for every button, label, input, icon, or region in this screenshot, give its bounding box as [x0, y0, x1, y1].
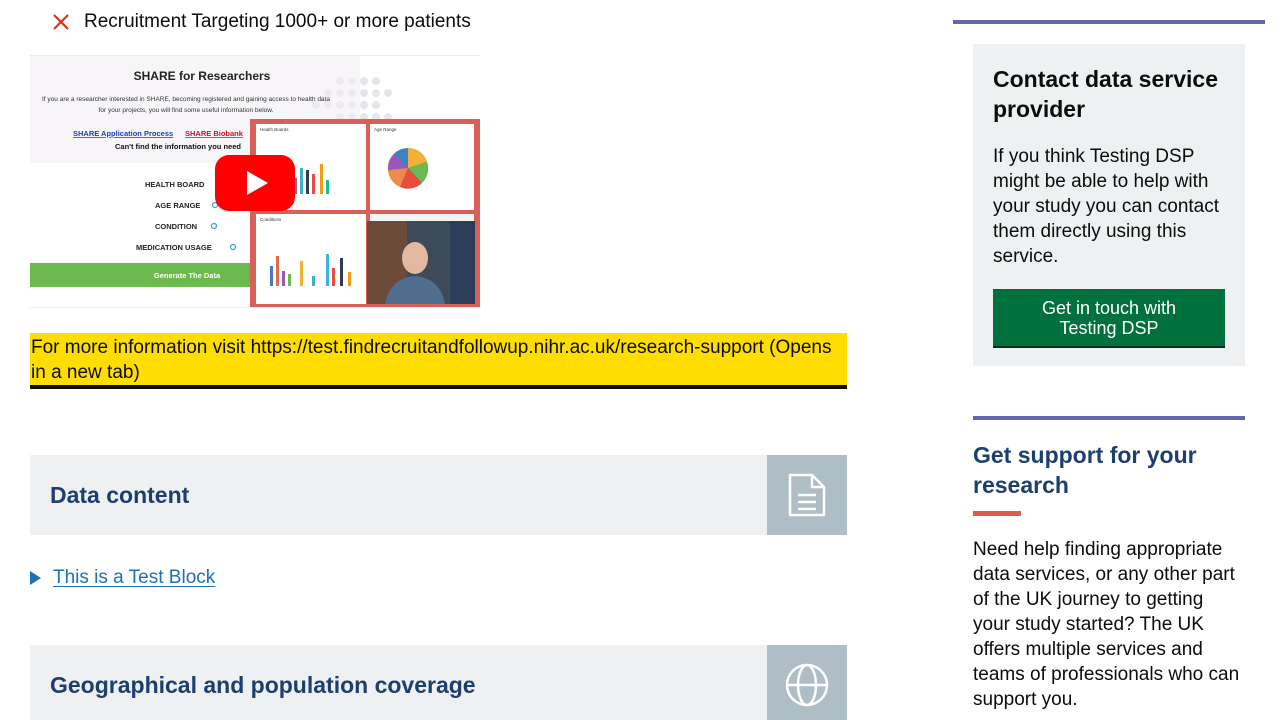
geographical-coverage-section: Geographical and population coverage [30, 645, 847, 720]
support-top-rule [973, 416, 1245, 420]
youtube-play-icon[interactable] [215, 155, 295, 211]
document-icon [788, 473, 826, 517]
get-in-touch-button[interactable]: Get in touch with Testing DSP [993, 289, 1225, 348]
criteria-text: Recruitment Targeting 1000+ or more pati… [84, 11, 471, 32]
data-content-icon-box [767, 455, 847, 535]
video-cant-find: Can't find the information you need [115, 142, 241, 151]
support-accent-bar [973, 511, 1021, 516]
support-text: Need help finding appropriate data servi… [973, 539, 1240, 710]
test-block-details[interactable]: This is a Test Block [30, 566, 215, 590]
video-filter-condition: CONDITION [155, 222, 197, 231]
support-title: Get support for your research [973, 442, 1197, 498]
contact-provider-card: Contact data service provider If you thi… [973, 44, 1245, 366]
video-embed[interactable]: SHARE for Researchers If you are a resea… [30, 55, 480, 308]
geographical-coverage-title: Geographical and population coverage [50, 671, 476, 698]
video-panel-health-boards: Health Boards [260, 127, 289, 132]
video-panel-age-range: Age Range [374, 127, 397, 132]
video-filter-age-range: AGE RANGE [155, 201, 200, 210]
globe-icon [785, 663, 829, 707]
video-mini-pie-chart [387, 148, 429, 189]
criteria-item: Recruitment Targeting 1000+ or more pati… [52, 10, 471, 34]
video-filter-medication: MEDICATION USAGE [136, 243, 212, 252]
geographical-icon-box [767, 645, 847, 720]
contact-card-title: Contact data service provider [993, 66, 1218, 122]
video-link-biobank: SHARE Biobank [185, 129, 244, 138]
video-filter-health-board: HEALTH BOARD [145, 180, 205, 189]
video-thumbnail: SHARE for Researchers If you are a resea… [30, 56, 480, 307]
disclosure-triangle-icon[interactable] [30, 571, 41, 585]
video-generate-label: Generate The Data [154, 271, 221, 280]
video-intro-line1: If you are a researcher interested in SH… [42, 96, 330, 103]
sidebar-top-rule [953, 20, 1265, 24]
video-link-application: SHARE Application Process [73, 129, 173, 138]
video-panel-conditions: Conditions [260, 217, 282, 222]
data-content-section: Data content [30, 455, 847, 535]
video-intro-line2: for your projects, you will find some us… [99, 107, 274, 114]
data-content-title: Data content [50, 481, 190, 508]
video-heading: SHARE for Researchers [134, 69, 271, 83]
contact-card-text: If you think Testing DSP might be able t… [993, 146, 1220, 267]
research-support-link[interactable]: For more information visit https://test.… [30, 333, 847, 389]
cross-icon [53, 14, 69, 30]
video-presenter [367, 221, 475, 304]
test-block-summary-link[interactable]: This is a Test Block [53, 566, 215, 590]
